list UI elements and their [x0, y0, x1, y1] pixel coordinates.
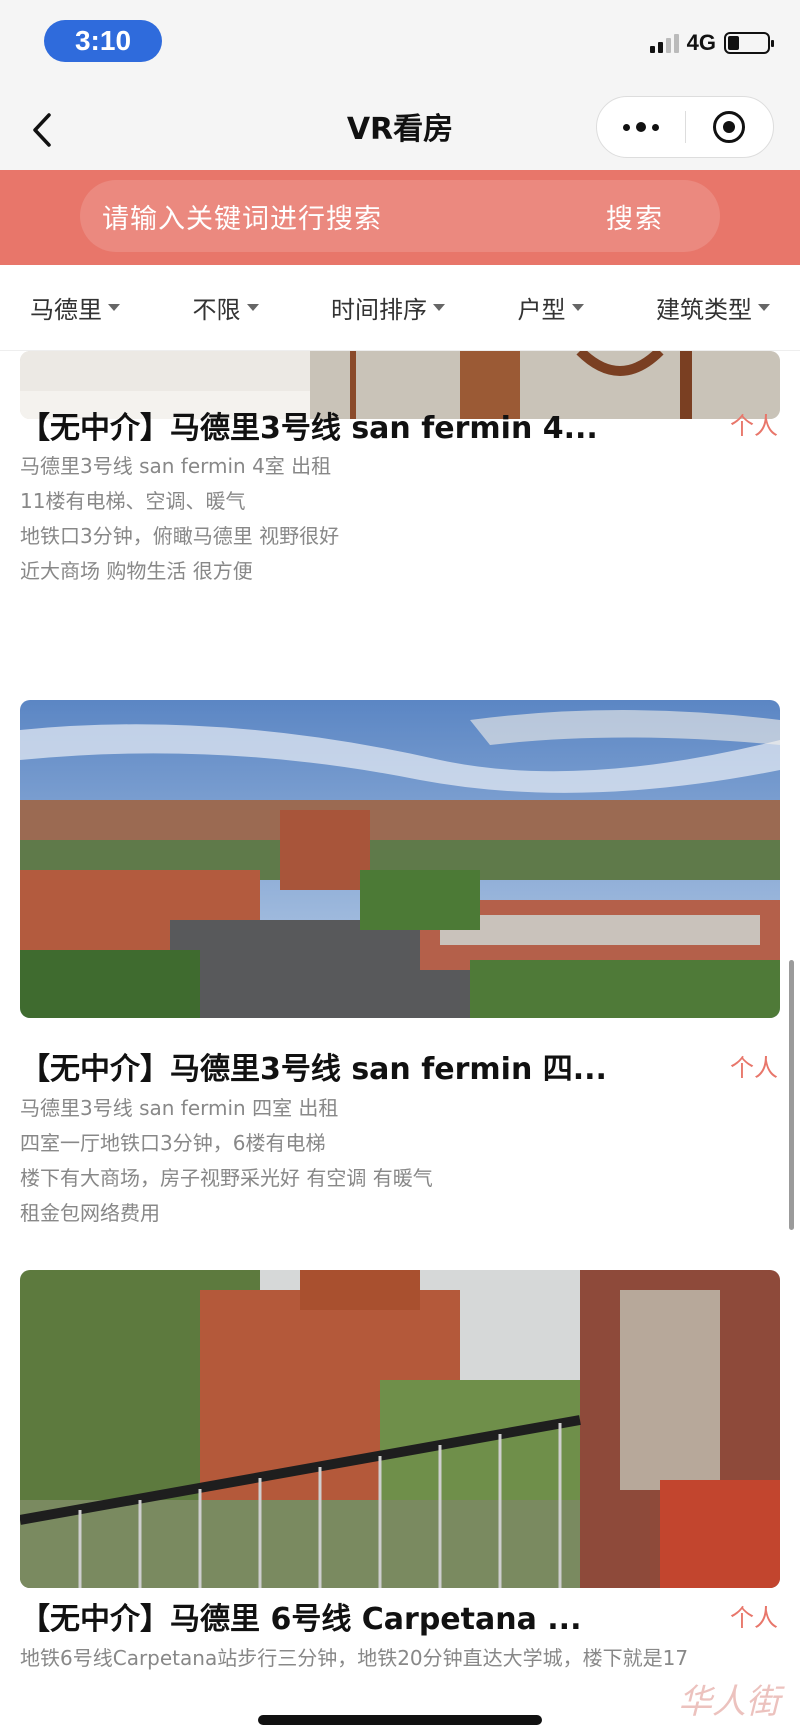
mini-program-capsule — [596, 96, 774, 158]
filter-label: 马德里 — [30, 296, 102, 324]
caret-down-icon — [433, 304, 445, 311]
description-line: 马德里3号线 san fermin 4室 出租 — [20, 454, 332, 478]
city-view-photo — [20, 700, 780, 1018]
nav-bar: VR看房 — [0, 90, 800, 170]
filter-label: 时间排序 — [331, 296, 427, 324]
balcony-view-photo — [20, 1270, 780, 1588]
description-line: 11楼有电梯、空调、暖气 — [20, 489, 246, 513]
filter-building-type[interactable]: 建筑类型 — [656, 290, 770, 325]
description-line: 马德里3号线 san fermin 四室 出租 — [20, 1096, 339, 1120]
back-button[interactable] — [22, 110, 62, 150]
description-line: 租金包网络费用 — [20, 1201, 160, 1225]
signal-icon — [649, 33, 679, 53]
listing-description: 地铁6号线Carpetana站步行三分钟，地铁20分钟直达大学城，楼下就是17 — [20, 1641, 760, 1676]
status-bar: 3:10 4G — [0, 0, 800, 90]
filter-layout[interactable]: 户型 — [518, 290, 584, 325]
owner-type-badge: 个人 — [730, 412, 778, 440]
more-dots-icon — [622, 122, 659, 132]
filter-label: 户型 — [517, 296, 566, 324]
network-label: 4G — [686, 30, 716, 55]
owner-type-badge: 个人 — [730, 1054, 778, 1082]
listing-title[interactable]: 【无中介】马德里3号线 san fermin 4... — [20, 403, 640, 447]
caret-down-icon — [758, 304, 770, 311]
target-icon — [713, 111, 746, 143]
search-input[interactable]: 请输入关键词进行搜索 搜索 — [80, 180, 720, 252]
search-placeholder: 请输入关键词进行搜索 — [102, 203, 382, 235]
filter-label: 建筑类型 — [656, 296, 752, 324]
filter-price[interactable]: 不限 — [193, 290, 259, 325]
chevron-left-icon — [33, 113, 51, 147]
listing-title[interactable]: 【无中介】马德里3号线 san fermin 四... — [20, 1044, 640, 1088]
listing-description: 马德里3号线 san fermin 4室 出租 11楼有电梯、空调、暖气 地铁口… — [20, 449, 760, 589]
description-line: 地铁6号线Carpetana站步行三分钟，地铁20分钟直达大学城，楼下就是17 — [20, 1646, 689, 1670]
filter-label: 不限 — [192, 296, 241, 324]
listing-description: 马德里3号线 san fermin 四室 出租 四室一厅地铁口3分钟，6楼有电梯… — [20, 1091, 760, 1231]
owner-type-badge: 个人 — [730, 1604, 778, 1632]
filter-bar: 马德里 不限 时间排序 户型 建筑类型 — [0, 265, 800, 351]
caret-down-icon — [571, 304, 584, 311]
listing-title[interactable]: 【无中介】马德里 6号线 Carpetana ... — [20, 1594, 640, 1638]
description-line: 近大商场 购物生活 很方便 — [20, 559, 253, 583]
close-mini-program-button[interactable] — [686, 97, 774, 157]
battery-icon — [724, 32, 774, 54]
description-line: 四室一厅地铁口3分钟，6楼有电梯 — [20, 1131, 326, 1155]
caret-down-icon — [246, 304, 259, 311]
filter-sort[interactable]: 时间排序 — [331, 290, 445, 325]
watermark-logo: 华人街 — [678, 1682, 780, 1722]
status-indicators: 4G — [649, 30, 774, 56]
search-bar: 请输入关键词进行搜索 搜索 — [0, 170, 800, 265]
listing-list: 【无中介】马德里3号线 san fermin 4... 个人 马德里3号线 sa… — [0, 351, 800, 1731]
more-button[interactable] — [597, 97, 685, 157]
description-line: 楼下有大商场，房子视野采光好 有空调 有暖气 — [20, 1166, 433, 1190]
scrollbar[interactable] — [789, 960, 794, 1230]
listing-photo[interactable] — [20, 700, 780, 1018]
caret-down-icon — [108, 304, 120, 311]
search-button[interactable]: 搜索 — [606, 197, 664, 236]
home-indicator[interactable] — [258, 1715, 542, 1725]
listing-photo[interactable] — [20, 1270, 780, 1588]
filter-city[interactable]: 马德里 — [30, 290, 120, 325]
status-time: 3:10 — [44, 20, 162, 62]
description-line: 地铁口3分钟，俯瞰马德里 视野很好 — [20, 524, 340, 548]
